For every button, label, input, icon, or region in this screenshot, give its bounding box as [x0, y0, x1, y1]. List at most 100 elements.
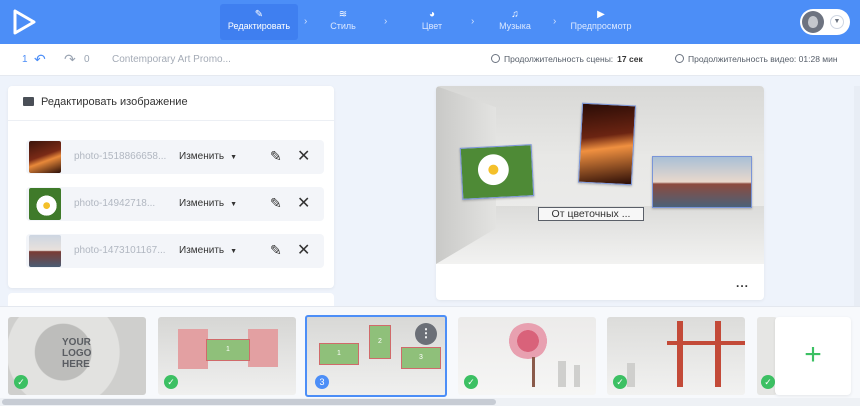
palette-icon: ◕ [428, 9, 436, 20]
music-note-icon: ♫ [511, 9, 519, 20]
preview-canvas[interactable]: От цветочных ... [436, 86, 764, 264]
scene-duration-value: 17 сек [617, 54, 643, 64]
pencil-icon[interactable]: ✎ [270, 242, 282, 259]
project-title[interactable]: Contemporary Art Promo... [112, 54, 231, 65]
clock-icon [491, 54, 500, 63]
chevron-down-icon: ▼ [830, 15, 844, 29]
pillar [574, 365, 580, 387]
flower-photo-frame [459, 144, 535, 200]
video-duration-label: Продолжительность видео: 01:28 мин [688, 54, 838, 64]
image-thumbnail[interactable] [29, 141, 61, 173]
logo-placeholder-text: YOUR LOGO HERE [62, 337, 92, 370]
scene-thumbnail[interactable]: 1 ✓ [158, 317, 296, 395]
redo-count: 0 [84, 54, 90, 65]
undo-icon[interactable]: ↶ [34, 51, 46, 68]
photo-placeholder [178, 329, 208, 369]
change-dropdown[interactable]: Изменить ▼ [179, 245, 237, 256]
photo-placeholder: 3 [401, 347, 441, 369]
bridge-deck [667, 341, 745, 345]
change-dropdown[interactable]: Изменить ▼ [179, 198, 237, 209]
caret-down-icon: ▼ [230, 201, 238, 208]
photo-placeholder: 1 [206, 339, 250, 361]
add-scene-button[interactable]: + [775, 317, 851, 395]
top-bar: ✎ Редактировать › ≋ Стиль › ◕ Цвет › ♫ М… [0, 0, 860, 44]
close-icon[interactable]: ✕ [297, 240, 310, 260]
scene-thumbnail-selected[interactable]: 1 2 3 ⋮ 3 [305, 315, 447, 397]
step-style-label: Стиль [330, 21, 356, 31]
more-options-icon[interactable]: ... [736, 276, 749, 290]
scrollbar-thumb[interactable] [2, 399, 496, 405]
app-logo-icon[interactable] [10, 8, 38, 36]
scene-duration: Продолжительность сцены: 17 сек [491, 54, 643, 64]
photo-placeholder: 2 [369, 325, 391, 359]
panel-title-text: Редактировать изображение [41, 96, 188, 108]
tree-trunk [532, 357, 535, 387]
image-icon [23, 97, 34, 106]
pencil-icon[interactable]: ✎ [270, 148, 282, 165]
timeline-scrollbar[interactable] [0, 398, 860, 406]
edit-image-panel: Редактировать изображение photo-15188666… [8, 86, 334, 288]
check-icon: ✓ [613, 375, 627, 389]
image-row: photo-1518866658... Изменить ▼ ✎ ✕ [26, 140, 324, 174]
redo-icon[interactable]: ↷ [64, 51, 76, 68]
step-music-label: Музыка [499, 21, 531, 31]
step-color-label: Цвет [421, 21, 443, 31]
candle-photo-frame [577, 102, 637, 186]
check-icon: ✓ [164, 375, 178, 389]
more-vertical-icon[interactable]: ⋮ [415, 323, 437, 345]
pillar [558, 361, 566, 387]
bridge-tower [715, 321, 721, 387]
bridge-tower [677, 321, 683, 387]
caret-down-icon: ▼ [230, 248, 238, 255]
step-preview[interactable]: ▶ Предпросмотр [565, 8, 637, 31]
scene-thumbnail[interactable]: YOUR LOGO HERE ✓ [8, 317, 146, 395]
scene-duration-label: Продолжительность сцены: [504, 54, 614, 64]
chevron-right-icon: › [553, 16, 557, 27]
check-icon: ✓ [761, 375, 775, 389]
scene-thumbnail[interactable]: ✓ [607, 317, 745, 395]
change-label: Изменить [179, 151, 225, 162]
toolbar: 1 ↶ ↷ 0 Contemporary Art Promo... Продол… [0, 44, 860, 76]
photo-placeholder: 1 [319, 343, 359, 365]
check-icon: ✓ [464, 375, 478, 389]
scene-thumbnail[interactable]: ✓ [757, 317, 777, 395]
image-thumbnail[interactable] [29, 188, 61, 220]
change-label: Изменить [179, 198, 225, 209]
panel-title: Редактировать изображение [23, 96, 188, 108]
image-row: photo-14942718... Изменить ▼ ✎ ✕ [26, 187, 324, 221]
scene-thumbnail[interactable]: ✓ [458, 317, 596, 395]
close-icon[interactable]: ✕ [297, 193, 310, 213]
chevron-right-icon: › [471, 16, 475, 27]
scene-timeline: YOUR LOGO HERE ✓ 1 ✓ 1 2 3 ⋮ 3 ✓ ✓ ✓ + [0, 306, 860, 406]
image-filename: photo-1473101167... [74, 245, 166, 256]
step-music[interactable]: ♫ Музыка [493, 8, 537, 31]
change-dropdown[interactable]: Изменить ▼ [179, 151, 237, 162]
scene-caption[interactable]: От цветочных ... [538, 207, 644, 221]
check-icon: ✓ [14, 375, 28, 389]
pencil-icon[interactable]: ✎ [270, 195, 282, 212]
caret-down-icon: ▼ [230, 154, 238, 161]
layers-icon: ≋ [338, 9, 348, 20]
image-filename: photo-1518866658... [74, 151, 167, 162]
pencil-icon: ✎ [254, 9, 264, 20]
image-row: photo-1473101167... Изменить ▼ ✎ ✕ [26, 234, 324, 268]
step-edit-label: Редактировать [227, 21, 291, 31]
scene-number-badge: 3 [315, 375, 329, 389]
change-label: Изменить [179, 245, 225, 256]
step-color[interactable]: ◕ Цвет [412, 8, 452, 31]
video-duration: Продолжительность видео: 01:28 мин [675, 54, 838, 64]
step-edit[interactable]: ✎ Редактировать [220, 4, 298, 40]
user-menu[interactable]: ▼ [800, 9, 850, 35]
avatar [802, 11, 824, 33]
image-thumbnail[interactable] [29, 235, 61, 267]
scene-preview: От цветочных ... ... [436, 86, 764, 300]
chevron-right-icon: › [384, 16, 388, 27]
tree-illustration [508, 323, 548, 359]
step-preview-label: Предпросмотр [570, 21, 632, 31]
step-style[interactable]: ≋ Стиль [318, 8, 368, 31]
play-icon: ▶ [597, 9, 605, 20]
image-filename: photo-14942718... [74, 198, 156, 209]
close-icon[interactable]: ✕ [297, 146, 310, 166]
photo-placeholder [248, 329, 278, 367]
bridge-photo-frame [652, 156, 752, 208]
